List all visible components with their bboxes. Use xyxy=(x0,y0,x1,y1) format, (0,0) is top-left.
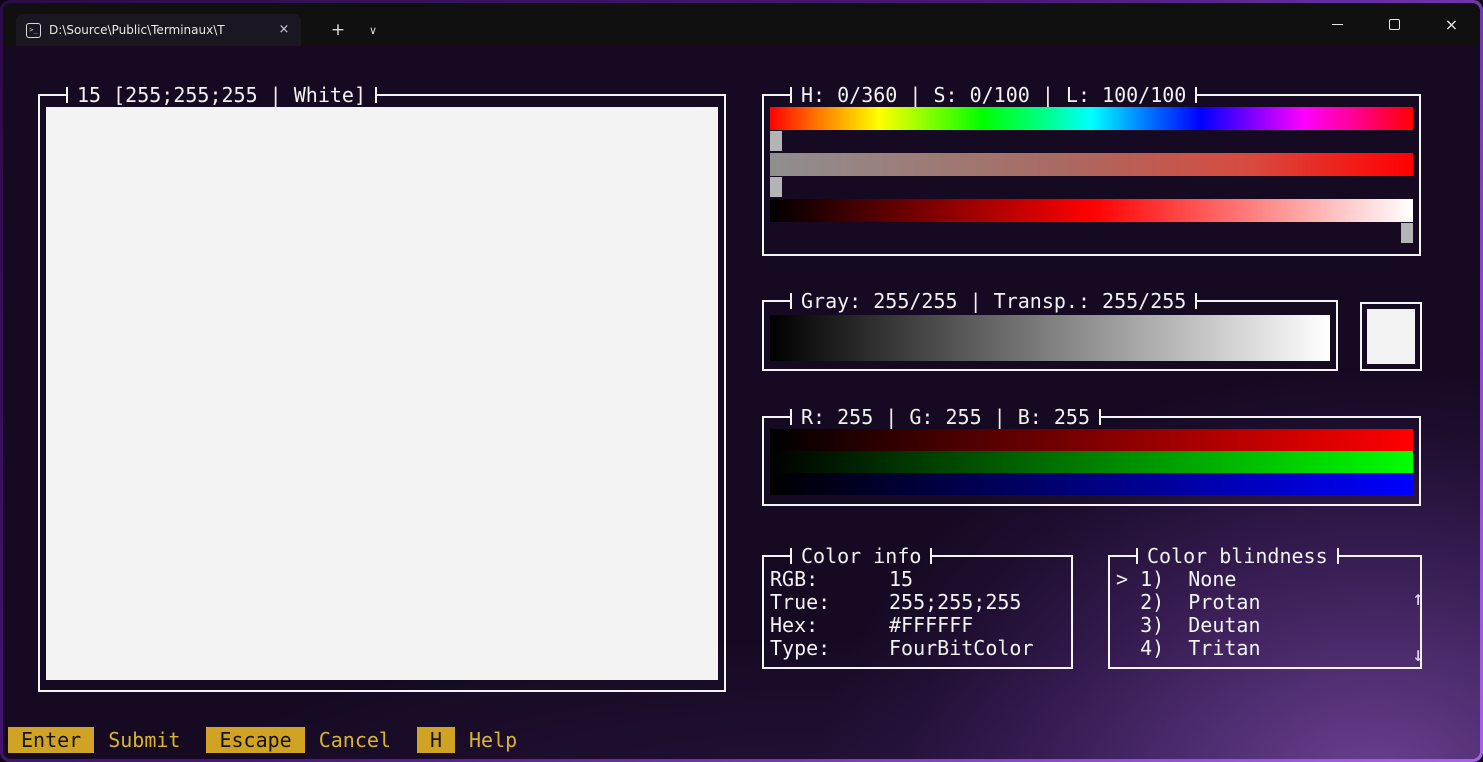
color-preview-title: 15 [255;255;255 | White] xyxy=(66,83,377,107)
terminal-screen: 15 [255;255;255 | White] H: 0/360 | S: 0… xyxy=(3,46,1480,759)
list-item-none[interactable]: > 1) None xyxy=(1116,568,1414,591)
key-badge-escape: Escape xyxy=(206,727,304,753)
key-action-label: Submit xyxy=(108,728,180,752)
minimize-button[interactable] xyxy=(1309,3,1366,46)
hue-handle-row xyxy=(770,130,1413,153)
info-label: RGB: xyxy=(770,568,889,591)
info-row-true: True: 255;255;255 xyxy=(770,591,1065,614)
gray-slider[interactable] xyxy=(770,315,1330,361)
list-item-deutan[interactable]: 3) Deutan xyxy=(1116,614,1414,637)
info-row-type: Type: FourBitColor xyxy=(770,637,1065,660)
color-blindness-title: Color blindness xyxy=(1136,544,1339,568)
chevron-down-icon: ∨ xyxy=(369,24,377,37)
new-tab-button[interactable]: + xyxy=(321,14,355,46)
info-label: Type: xyxy=(770,637,889,660)
window-inner: >_ D:\Source\Public\Terminaux\T × + ∨ × xyxy=(3,3,1480,759)
scroll-up-icon[interactable]: ↑ xyxy=(1412,588,1424,608)
key-hint-submit[interactable]: Enter Submit xyxy=(8,727,180,753)
list-item-tritan[interactable]: 4) Tritan xyxy=(1116,637,1414,660)
hue-slider-handle[interactable] xyxy=(770,131,782,151)
terminal-tab[interactable]: >_ D:\Source\Public\Terminaux\T × xyxy=(16,14,301,46)
info-value: 15 xyxy=(889,568,913,591)
gray-title: Gray: 255/255 | Transp.: 255/255 xyxy=(790,289,1197,313)
app-window: >_ D:\Source\Public\Terminaux\T × + ∨ × xyxy=(0,0,1483,762)
hsl-title: H: 0/360 | S: 0/100 | L: 100/100 xyxy=(790,83,1197,107)
green-slider[interactable] xyxy=(770,451,1413,473)
color-info-title: Color info xyxy=(790,544,932,568)
swatch-fill xyxy=(1367,309,1415,364)
tab-title: D:\Source\Public\Terminaux\T xyxy=(49,23,275,37)
lightness-slider-handle[interactable] xyxy=(1401,223,1413,243)
titlebar: >_ D:\Source\Public\Terminaux\T × + ∨ × xyxy=(3,3,1480,46)
minimize-icon xyxy=(1332,24,1343,25)
color-info-panel: Color info RGB: 15 True: 255;255;255 Hex… xyxy=(762,544,1073,669)
saturation-slider-handle[interactable] xyxy=(770,177,782,197)
window-controls: × xyxy=(1309,3,1480,46)
info-row-rgb: RGB: 15 xyxy=(770,568,1065,591)
tab-close-icon[interactable]: × xyxy=(275,21,293,39)
info-value: FourBitColor xyxy=(889,637,1034,660)
key-badge-enter: Enter xyxy=(8,727,94,753)
tab-dropdown-button[interactable]: ∨ xyxy=(355,14,391,46)
key-action-label: Help xyxy=(469,728,517,752)
close-button[interactable]: × xyxy=(1423,3,1480,46)
scroll-down-icon[interactable]: ↓ xyxy=(1412,644,1424,664)
color-blindness-panel: Color blindness > 1) None 2) Protan 3) D… xyxy=(1108,544,1422,669)
blue-slider[interactable] xyxy=(770,473,1413,495)
saturation-handle-row xyxy=(770,176,1413,199)
info-label: True: xyxy=(770,591,889,614)
lightness-slider[interactable] xyxy=(770,199,1413,222)
color-preview-fill xyxy=(46,107,718,680)
maximize-button[interactable] xyxy=(1366,3,1423,46)
rgb-panel: R: 255 | G: 255 | B: 255 xyxy=(762,405,1421,506)
saturation-slider[interactable] xyxy=(770,153,1413,176)
key-badge-h: H xyxy=(417,727,455,753)
hue-slider[interactable] xyxy=(770,107,1413,130)
color-preview-panel: 15 [255;255;255 | White] xyxy=(38,83,726,692)
gray-panel: Gray: 255/255 | Transp.: 255/255 xyxy=(762,289,1338,371)
swatch-box xyxy=(1360,302,1422,371)
key-hint-help[interactable]: H Help xyxy=(417,727,517,753)
maximize-icon xyxy=(1389,19,1400,30)
info-label: Hex: xyxy=(770,614,889,637)
statusbar: Enter Submit Escape Cancel H Help xyxy=(8,727,517,753)
key-hint-cancel[interactable]: Escape Cancel xyxy=(206,727,391,753)
info-value: 255;255;255 xyxy=(889,591,1021,614)
rgb-title: R: 255 | G: 255 | B: 255 xyxy=(790,405,1101,429)
list-item-protan[interactable]: 2) Protan xyxy=(1116,591,1414,614)
close-icon: × xyxy=(1445,17,1458,33)
info-row-hex: Hex: #FFFFFF xyxy=(770,614,1065,637)
terminal-icon: >_ xyxy=(26,23,41,38)
red-slider[interactable] xyxy=(770,429,1413,451)
key-action-label: Cancel xyxy=(319,728,391,752)
plus-icon: + xyxy=(331,20,345,40)
lightness-handle-row xyxy=(770,222,1413,245)
info-value: #FFFFFF xyxy=(889,614,973,637)
hsl-panel: H: 0/360 | S: 0/100 | L: 100/100 xyxy=(762,83,1421,256)
